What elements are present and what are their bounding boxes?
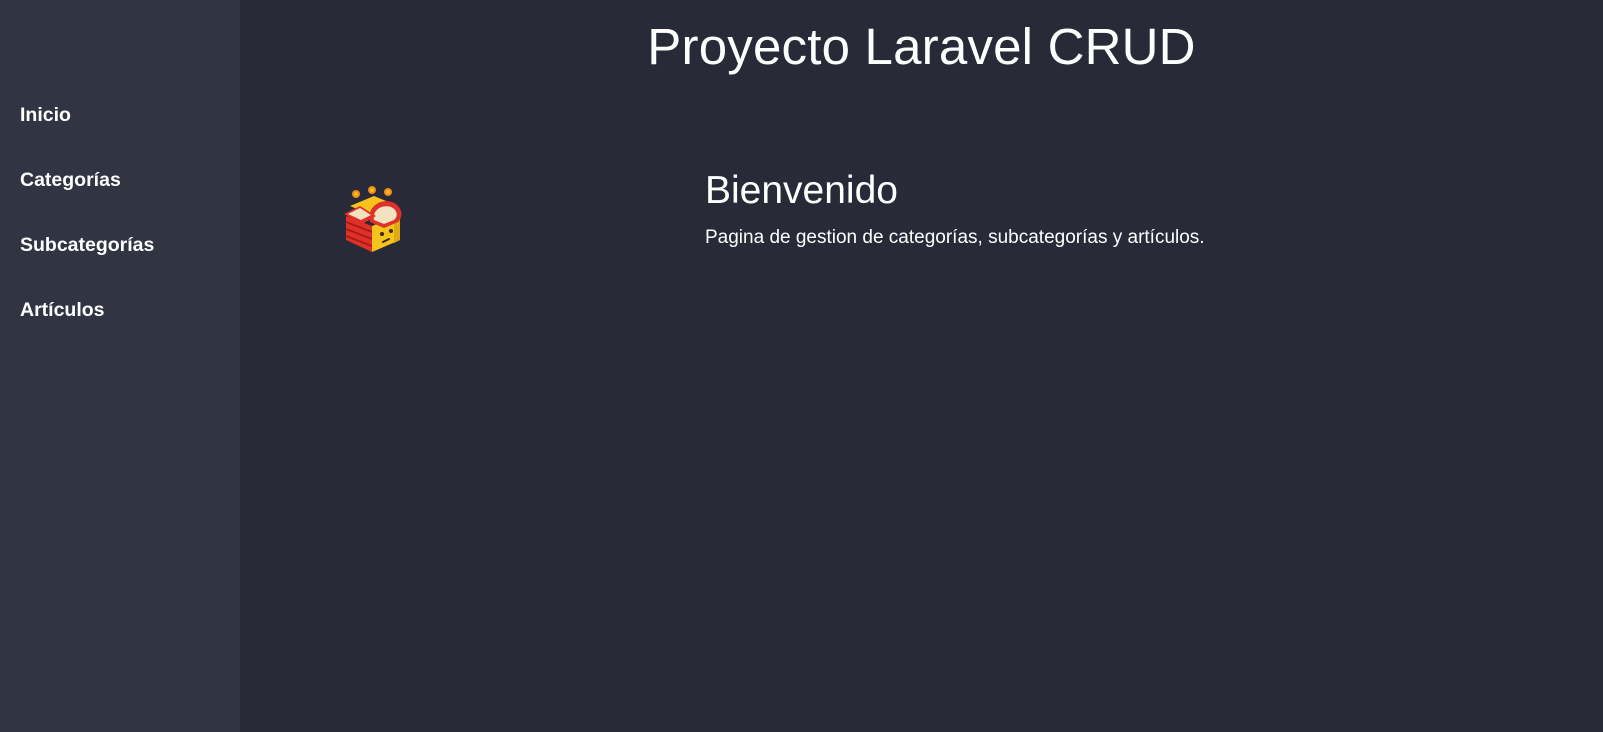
page-title: Proyecto Laravel CRUD — [647, 18, 1196, 75]
welcome-card: Bienvenido Pagina de gestion de categorí… — [336, 168, 1436, 268]
welcome-title: Bienvenido — [705, 169, 898, 212]
sidebar-item-categorias[interactable]: Categorías — [20, 168, 154, 233]
sidebar-item-articulos[interactable]: Artículos — [20, 298, 154, 363]
main-content: Proyecto Laravel CRUD Bienvenido Pagina … — [240, 0, 1603, 732]
sidebar: Inicio Categorías Subcategorías Artículo… — [0, 0, 240, 732]
sidebar-item-subcategorias[interactable]: Subcategorías — [20, 233, 154, 298]
laravel-box-icon — [344, 186, 402, 252]
welcome-description: Pagina de gestion de categorías, subcate… — [705, 227, 1205, 248]
sidebar-item-inicio[interactable]: Inicio — [20, 103, 154, 168]
sidebar-nav: Inicio Categorías Subcategorías Artículo… — [20, 103, 154, 363]
